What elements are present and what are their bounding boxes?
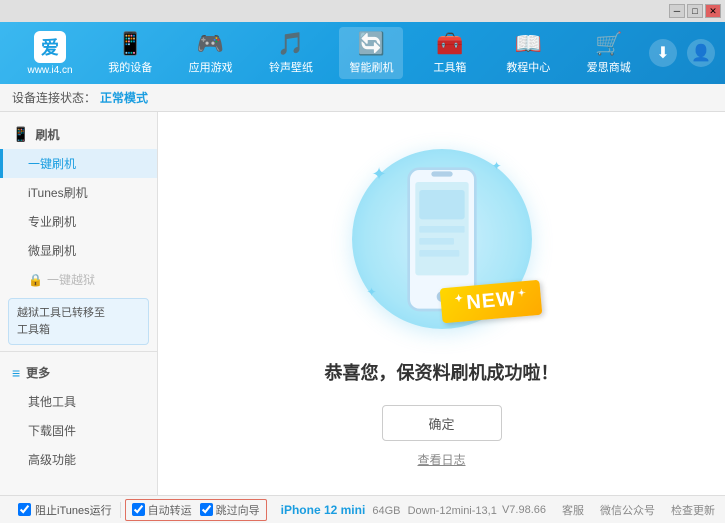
status-label: 设备连接状态：	[12, 89, 96, 106]
nav-apps-games[interactable]: 🎮 应用游戏	[179, 27, 243, 79]
close-button[interactable]: ✕	[705, 4, 721, 18]
success-message: 恭喜您，保资料刷机成功啦！	[325, 359, 559, 385]
status-value: 正常模式	[100, 89, 148, 106]
bottom-right: V7.98.66 客服 微信公众号 检查更新	[502, 502, 715, 518]
new-badge: NEW	[440, 280, 543, 324]
sidebar-item-pro-flash[interactable]: 专业刷机	[0, 207, 157, 236]
tutorials-label: 教程中心	[506, 59, 550, 75]
content-area: ✦ ✦ ✦ NEW 恭喜您，保资料刷机成功啦！	[158, 112, 725, 495]
user-button[interactable]: 👤	[687, 39, 715, 67]
logo-icon: 爱	[34, 31, 66, 63]
my-device-label: 我的设备	[108, 59, 152, 75]
device-firmware: Down-12mini-13,1	[408, 505, 497, 517]
main-layout: 📱 刷机 一键刷机 iTunes刷机 专业刷机 微显刷机 🔒 一键越狱 越狱工具…	[0, 112, 725, 495]
nav-shop[interactable]: 🛒 爱思商城	[577, 27, 641, 79]
apps-label: 应用游戏	[189, 59, 233, 75]
bottom-left: 阻止iTunes运行 自动转运 跳过向导 iPhone 12 mini 64GB…	[10, 499, 502, 521]
sparkle-3: ✦	[367, 285, 377, 299]
my-device-icon: 📱	[117, 31, 144, 57]
revisit-log-link[interactable]: 查看日志	[417, 451, 465, 468]
sidebar-notice: 越狱工具已转移至工具箱	[8, 298, 149, 345]
skip-wizard-label: 跳过向导	[216, 502, 260, 518]
nav-items: 📱 我的设备 🎮 应用游戏 🎵 铃声壁纸 🔄 智能刷机 🧰 工具箱 📖 教程中心…	[90, 27, 649, 79]
nav-smart-flash[interactable]: 🔄 智能刷机	[339, 27, 403, 79]
ringtones-icon: 🎵	[277, 31, 304, 57]
more-section-icon: ≡	[12, 365, 20, 381]
sidebar-item-micro-flash[interactable]: 微显刷机	[0, 236, 157, 265]
sparkle-1: ✦	[372, 164, 387, 185]
logo[interactable]: 爱 www.i4.cn	[10, 31, 90, 76]
sidebar-item-itunes-flash[interactable]: iTunes刷机	[0, 178, 157, 207]
nav-toolbox[interactable]: 🧰 工具箱	[420, 27, 480, 79]
minimize-button[interactable]: ─	[669, 4, 685, 18]
apps-icon: 🎮	[197, 31, 224, 57]
device-info: iPhone 12 mini 64GB Down-12mini-13,1	[281, 503, 497, 517]
lock-icon: 🔒	[28, 273, 43, 287]
sidebar-section-more: ≡ 更多	[0, 358, 157, 387]
download-button[interactable]: ⬇	[649, 39, 677, 67]
toolbox-icon: 🧰	[436, 31, 463, 57]
stop-itunes-label: 阻止iTunes运行	[10, 502, 121, 518]
nav-right-buttons: ⬇ 👤	[649, 39, 715, 67]
shop-label: 爱思商城	[587, 59, 631, 75]
jailbreak-label: 一键越狱	[47, 271, 95, 288]
device-name: iPhone 12 mini	[281, 503, 366, 517]
nav-ringtones[interactable]: 🎵 铃声壁纸	[259, 27, 323, 79]
ringtones-label: 铃声壁纸	[269, 59, 313, 75]
device-storage: 64GB	[372, 505, 400, 517]
title-bar: ─ □ ✕	[0, 0, 725, 22]
check-update-link[interactable]: 检查更新	[671, 502, 715, 518]
wechat-public-link[interactable]: 微信公众号	[600, 502, 655, 518]
auto-transfer-label: 自动转运	[148, 502, 192, 518]
sidebar-item-other-tools[interactable]: 其他工具	[0, 387, 157, 416]
shop-icon: 🛒	[595, 31, 622, 57]
checkbox-group: 自动转运 跳过向导	[125, 499, 267, 521]
customer-service-link[interactable]: 客服	[562, 502, 584, 518]
status-bar: 设备连接状态： 正常模式	[0, 84, 725, 112]
sidebar: 📱 刷机 一键刷机 iTunes刷机 专业刷机 微显刷机 🔒 一键越狱 越狱工具…	[0, 112, 158, 495]
bottom-bar: 阻止iTunes运行 自动转运 跳过向导 iPhone 12 mini 64GB…	[0, 495, 725, 523]
nav-tutorials[interactable]: 📖 教程中心	[496, 27, 560, 79]
sidebar-item-advanced[interactable]: 高级功能	[0, 445, 157, 474]
version-label: V7.98.66	[502, 504, 546, 516]
skip-wizard-checkbox[interactable]	[200, 503, 213, 516]
skip-wizard-checkbox-item[interactable]: 跳过向导	[200, 502, 260, 518]
auto-transfer-checkbox-item[interactable]: 自动转运	[132, 502, 192, 518]
confirm-button[interactable]: 确定	[382, 405, 502, 441]
toolbox-label: 工具箱	[433, 59, 466, 75]
more-section-label: 更多	[26, 364, 50, 381]
smart-flash-label: 智能刷机	[349, 59, 393, 75]
flash-section-icon: 📱	[12, 126, 29, 143]
auto-transfer-checkbox[interactable]	[132, 503, 145, 516]
sidebar-item-one-click-flash[interactable]: 一键刷机	[0, 149, 157, 178]
stop-itunes-checkbox[interactable]	[18, 503, 31, 516]
logo-url: www.i4.cn	[27, 65, 72, 76]
sidebar-divider	[0, 351, 157, 352]
sidebar-section-flash: 📱 刷机	[0, 120, 157, 149]
header: 爱 www.i4.cn 📱 我的设备 🎮 应用游戏 🎵 铃声壁纸 🔄 智能刷机 …	[0, 22, 725, 84]
sidebar-item-download-firmware[interactable]: 下载固件	[0, 416, 157, 445]
restore-button[interactable]: □	[687, 4, 703, 18]
flash-section-label: 刷机	[35, 126, 59, 143]
tutorials-icon: 📖	[515, 31, 542, 57]
success-illustration: ✦ ✦ ✦ NEW	[342, 139, 542, 339]
sparkle-2: ✦	[491, 159, 501, 173]
nav-my-device[interactable]: 📱 我的设备	[98, 27, 162, 79]
sidebar-item-jailbreak-disabled: 🔒 一键越狱	[0, 265, 157, 294]
smart-flash-icon: 🔄	[358, 31, 385, 57]
stop-itunes-text: 阻止iTunes运行	[35, 502, 112, 518]
